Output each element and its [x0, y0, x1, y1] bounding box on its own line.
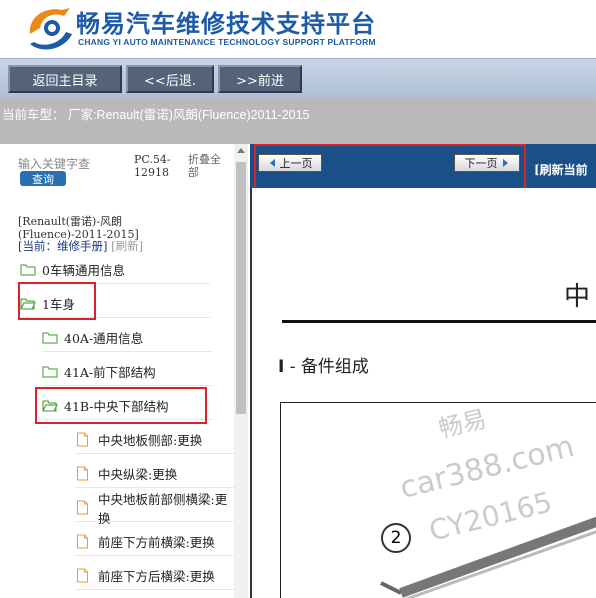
tree-item-label: 前座下方后横梁:更换 — [98, 569, 215, 584]
heading-rule — [282, 320, 596, 323]
platform-title: 畅易汽车维修技术支持平台 — [76, 10, 376, 38]
tree-item[interactable]: 前座下方后横梁:更换 — [76, 562, 236, 590]
tree-item[interactable]: 中央纵梁:更换 — [76, 460, 236, 488]
tree-item-label: 中央地板前部侧横梁:更换 — [98, 491, 228, 526]
collapse-all-link[interactable]: 折叠全部 — [188, 153, 228, 179]
tree-item-label: 41A-前下部结构 — [64, 365, 156, 380]
highlight-box-41b — [35, 387, 207, 424]
document-icon — [76, 466, 92, 481]
platform-subtitle: CHANG YI AUTO MAINTENANCE TECHNOLOGY SUP… — [78, 37, 376, 47]
breadcrumb-current-label: [当前：维修手册] — [18, 239, 108, 253]
document-page: 中 I - 备件组成 2 畅易 car388.com CY20165 — [250, 188, 596, 598]
site-header: 畅易汽车维修技术支持平台 CHANG YI AUTO MAINTENANCE T… — [0, 0, 596, 58]
section-title-text: - 备件组成 — [284, 357, 369, 377]
document-icon — [76, 568, 92, 583]
brand-logo-icon — [29, 8, 72, 50]
scroll-thumb[interactable] — [236, 162, 246, 414]
forward-button[interactable]: >>前进 — [218, 65, 302, 93]
document-icon — [76, 534, 92, 549]
folder-icon — [42, 365, 61, 378]
tree-item[interactable]: 41A-前下部结构 — [42, 358, 212, 386]
folder-icon — [20, 263, 39, 276]
refresh-tree-link[interactable]: [刷新] — [111, 239, 143, 253]
query-button[interactable]: 查询 — [20, 171, 66, 186]
document-heading: 中 — [564, 282, 591, 312]
tree-item[interactable]: 0车辆通用信息 — [20, 256, 210, 284]
tree-item-label: 0车辆通用信息 — [42, 263, 125, 278]
document-icon — [76, 500, 92, 515]
current-vehicle-bar: 当前车型： 厂家:Renault(雷诺)风朗(Fluence)2011-2015 — [0, 98, 596, 144]
document-panel: 上一页 下一页 [刷新当前 中 I - 备件组成 2 畅易 car388.com… — [250, 144, 596, 598]
breadcrumb-current: [当前：维修手册] [刷新] — [18, 238, 143, 254]
sidebar: 输入关键字查 查询 PC.54-12918 折叠全部 [Renault(雷诺)-… — [0, 144, 250, 598]
tree-item[interactable]: 中央地板前部侧横梁:更换 — [76, 492, 236, 526]
part-callout-2: 2 — [381, 523, 411, 553]
document-icon — [76, 432, 92, 447]
tree-item[interactable]: 中央地板侧部:更换 — [76, 426, 236, 454]
tree-item[interactable]: 40A-通用信息 — [42, 324, 212, 352]
tree-item[interactable]: 前座下方前横梁:更换 — [76, 528, 236, 556]
sidebar-scrollbar[interactable] — [234, 144, 248, 598]
tree-item-label: 前座下方前横梁:更换 — [98, 535, 215, 550]
section-title: I - 备件组成 — [278, 352, 369, 377]
search-input[interactable]: 输入关键字查 — [18, 155, 90, 172]
pc-code: PC.54-12918 — [134, 153, 171, 179]
home-directory-button[interactable]: 返回主目录 — [8, 65, 122, 93]
current-vehicle-text: 当前车型： 厂家:Renault(雷诺)风朗(Fluence)2011-2015 — [2, 108, 310, 122]
refresh-current-link[interactable]: [刷新当前 — [534, 161, 588, 178]
scroll-up-arrow-icon[interactable] — [234, 144, 248, 158]
highlight-box-pager — [254, 144, 526, 192]
tree-item-label: 中央纵梁:更换 — [98, 467, 178, 482]
folder-icon — [42, 331, 61, 344]
back-button[interactable]: <<后退. — [126, 65, 214, 93]
tree-item-label: 中央地板侧部:更换 — [98, 433, 203, 448]
tree-item-label: 40A-通用信息 — [64, 331, 144, 346]
highlight-box-body — [18, 282, 96, 320]
nav-toolbar: 返回主目录 <<后退. >>前进 — [0, 58, 596, 98]
